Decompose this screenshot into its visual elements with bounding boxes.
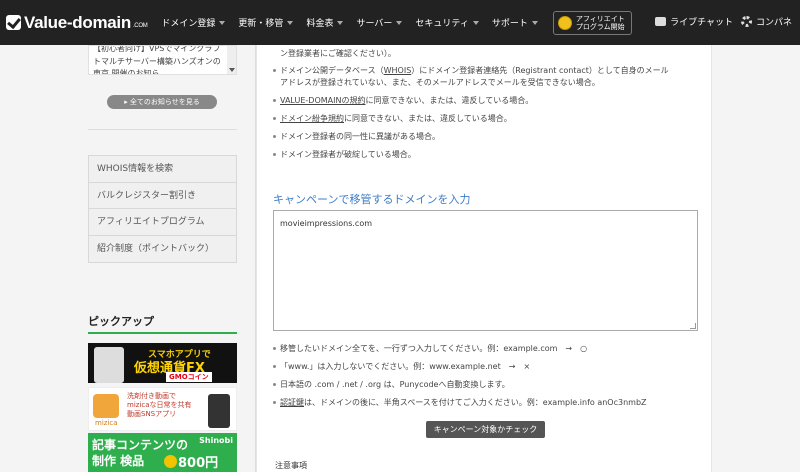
dispute-policy-link[interactable]: ドメイン紛争規約 [280,114,344,123]
resize-handle-icon[interactable] [690,323,696,329]
main-nav: ドメイン登録 更新・移管 料金表 サーバー セキュリティ サポート アフィリエイ… [161,10,632,35]
caret-down-icon [219,20,226,25]
list-item: 認証鍵は、ドメインの後に、半角スペースを付けてご入力ください。例：example… [273,397,700,409]
nav-server[interactable]: サーバー [356,16,403,29]
coin-icon [557,15,572,30]
list-item: VALUE-DOMAINの規約に同意できない、または、違反している場合。 [273,95,700,107]
top-navigation-bar: Value-domain .COM ドメイン登録 更新・移管 料金表 サーバー … [0,0,800,45]
list-item: アドレスが登録されていない、また、そのメールアドレスでメールを受信できない場合。 [280,78,600,87]
terms-link[interactable]: VALUE-DOMAINの規約 [280,96,365,105]
right-margin [713,45,800,472]
sidebar-item-whois[interactable]: WHOIS情報を検索 [89,156,236,183]
pickup-underline [88,332,237,334]
caret-down-icon [337,20,344,25]
logo-text: Value-domain [24,12,131,32]
whois-link[interactable]: WHOIS [384,66,412,75]
caret-down-icon [287,20,294,25]
list-item: ドメイン登録者の同一性に異議がある場合。 [273,131,700,143]
mizica-logo-icon [93,394,119,418]
main-content: ン登録業者にご確認ください）。 ドメイン公開データベース（WHOIS）にドメイン… [256,45,712,472]
banner-shinobi[interactable]: 記事コンテンツの 制作 検品 800円 Shinobi [88,433,237,472]
sidebar-item-referral[interactable]: 紹介制度（ポイントバック） [89,236,236,263]
logo-sub: .COM [132,22,148,29]
caret-down-icon [531,20,538,25]
phone-image [94,347,124,383]
list-item: ドメイン登録者が破綻している場合。 [273,149,700,161]
divider [88,129,237,130]
coin-icon [164,455,177,468]
phone-image [208,394,230,428]
banner-gmo-coin[interactable]: スマホアプリで 仮想通貨FX GMOコイン [88,343,237,383]
left-sidebar: 【初心者向け】VPSでマインクラフトマルチサーバー構築ハンズオンの東京 開催のお… [0,45,256,472]
section-title: キャンペーンで移管するドメインを入力 [273,193,471,206]
pickup-title: ピックアップ [88,315,154,328]
list-item: 移管したいドメイン全てを、一行ずつ入力してください。例：example.com … [273,343,700,355]
nav-support[interactable]: サポート [492,16,538,29]
auth-code-link[interactable]: 認証鍵 [280,398,304,407]
banner-mizica[interactable]: mizica 洗剤付き動画でmizicaな日常を共有動画SNSアプリ [88,387,237,431]
sidebar-item-affiliate[interactable]: アフィリエイトプログラム [89,209,236,236]
sidebar-menu: WHOIS情報を検索 バルクレジスター割引き アフィリエイトプログラム 紹介制度… [88,155,237,263]
list-item: ドメイン紛争規約に同意できない、または、違反している場合。 [273,113,700,125]
domain-textarea[interactable]: movieimpressions.com [273,210,698,331]
sidebar-item-bulk-register[interactable]: バルクレジスター割引き [89,183,236,209]
news-text[interactable]: 【初心者向け】VPSでマインクラフトマルチサーバー構築ハンズオンの東京 開催のお… [93,46,225,74]
nav-domain-register[interactable]: ドメイン登録 [161,16,226,29]
news-scrollbar[interactable] [227,46,236,74]
caret-down-icon [396,20,403,25]
all-news-button[interactable]: ▸ 全てのお知らせを見る [107,95,217,109]
live-chat-link[interactable]: ライブチャット [655,15,733,28]
checkmark-logo-icon [6,15,21,30]
gear-icon [740,16,752,27]
list-item: 日本語の .com / .net / .org は、Punycodeへ自動変換し… [273,379,700,391]
nav-pricing[interactable]: 料金表 [306,16,344,29]
nav-security[interactable]: セキュリティ [415,16,479,29]
nav-renew-transfer[interactable]: 更新・移管 [238,16,294,29]
site-logo[interactable]: Value-domain .COM [6,12,148,33]
caret-down-icon [472,20,479,25]
list-item: ン登録業者にご確認ください）。 [280,49,396,58]
notes-heading: 注意事項 [275,461,307,470]
news-list[interactable]: 【初心者向け】VPSでマインクラフトマルチサーバー構築ハンズオンの東京 開催のお… [88,45,237,75]
list-item: 「www.」は入力しないでください。例：www.example.net → × [273,361,700,373]
control-panel-link[interactable]: コンパネ [740,15,792,28]
campaign-check-button[interactable]: キャンペーン対象かチェック [426,421,545,438]
list-item: ドメイン公開データベース（WHOIS）にドメイン登録者連絡先（Registran… [273,65,700,77]
chat-icon [655,17,667,26]
affiliate-program-button[interactable]: アフィリエイト プログラム開始 [552,10,632,35]
